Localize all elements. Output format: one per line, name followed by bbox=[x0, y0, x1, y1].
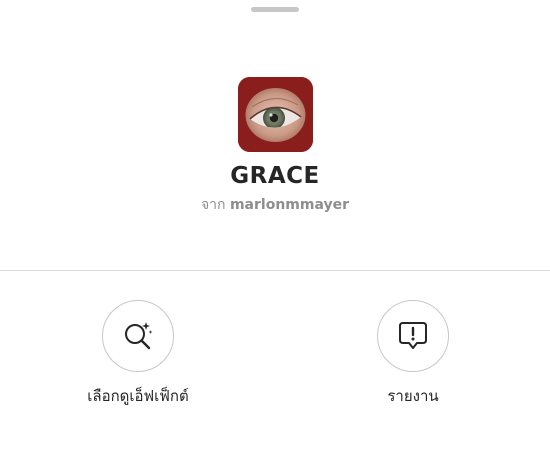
eye-closeup-icon bbox=[238, 77, 313, 152]
magnifier-sparkle-icon bbox=[125, 322, 153, 350]
effect-thumbnail bbox=[238, 77, 313, 152]
browse-effects-circle[interactable] bbox=[102, 300, 174, 372]
creator-username[interactable]: marlonmmayer bbox=[230, 197, 349, 213]
divider bbox=[0, 270, 550, 271]
byline-prefix: จาก bbox=[200, 197, 226, 213]
effect-byline: จาก marlonmmayer bbox=[0, 194, 550, 216]
report-alert-icon bbox=[399, 322, 427, 349]
report-label: รายงาน bbox=[387, 387, 439, 405]
effect-title: GRACE bbox=[230, 163, 320, 189]
drag-handle[interactable] bbox=[251, 7, 299, 12]
browse-effects-label: เลือกดูเอ็ฟเฟ็กต์ bbox=[87, 387, 189, 405]
browse-effects-button[interactable]: เลือกดูเอ็ฟเฟ็กต์ bbox=[58, 300, 218, 408]
report-button[interactable]: รายงาน bbox=[333, 300, 493, 408]
report-circle[interactable] bbox=[377, 300, 449, 372]
bottom-sheet: GRACE จาก marlonmmayer เลือกดูเอ็ฟเฟ็กต์… bbox=[0, 0, 550, 454]
